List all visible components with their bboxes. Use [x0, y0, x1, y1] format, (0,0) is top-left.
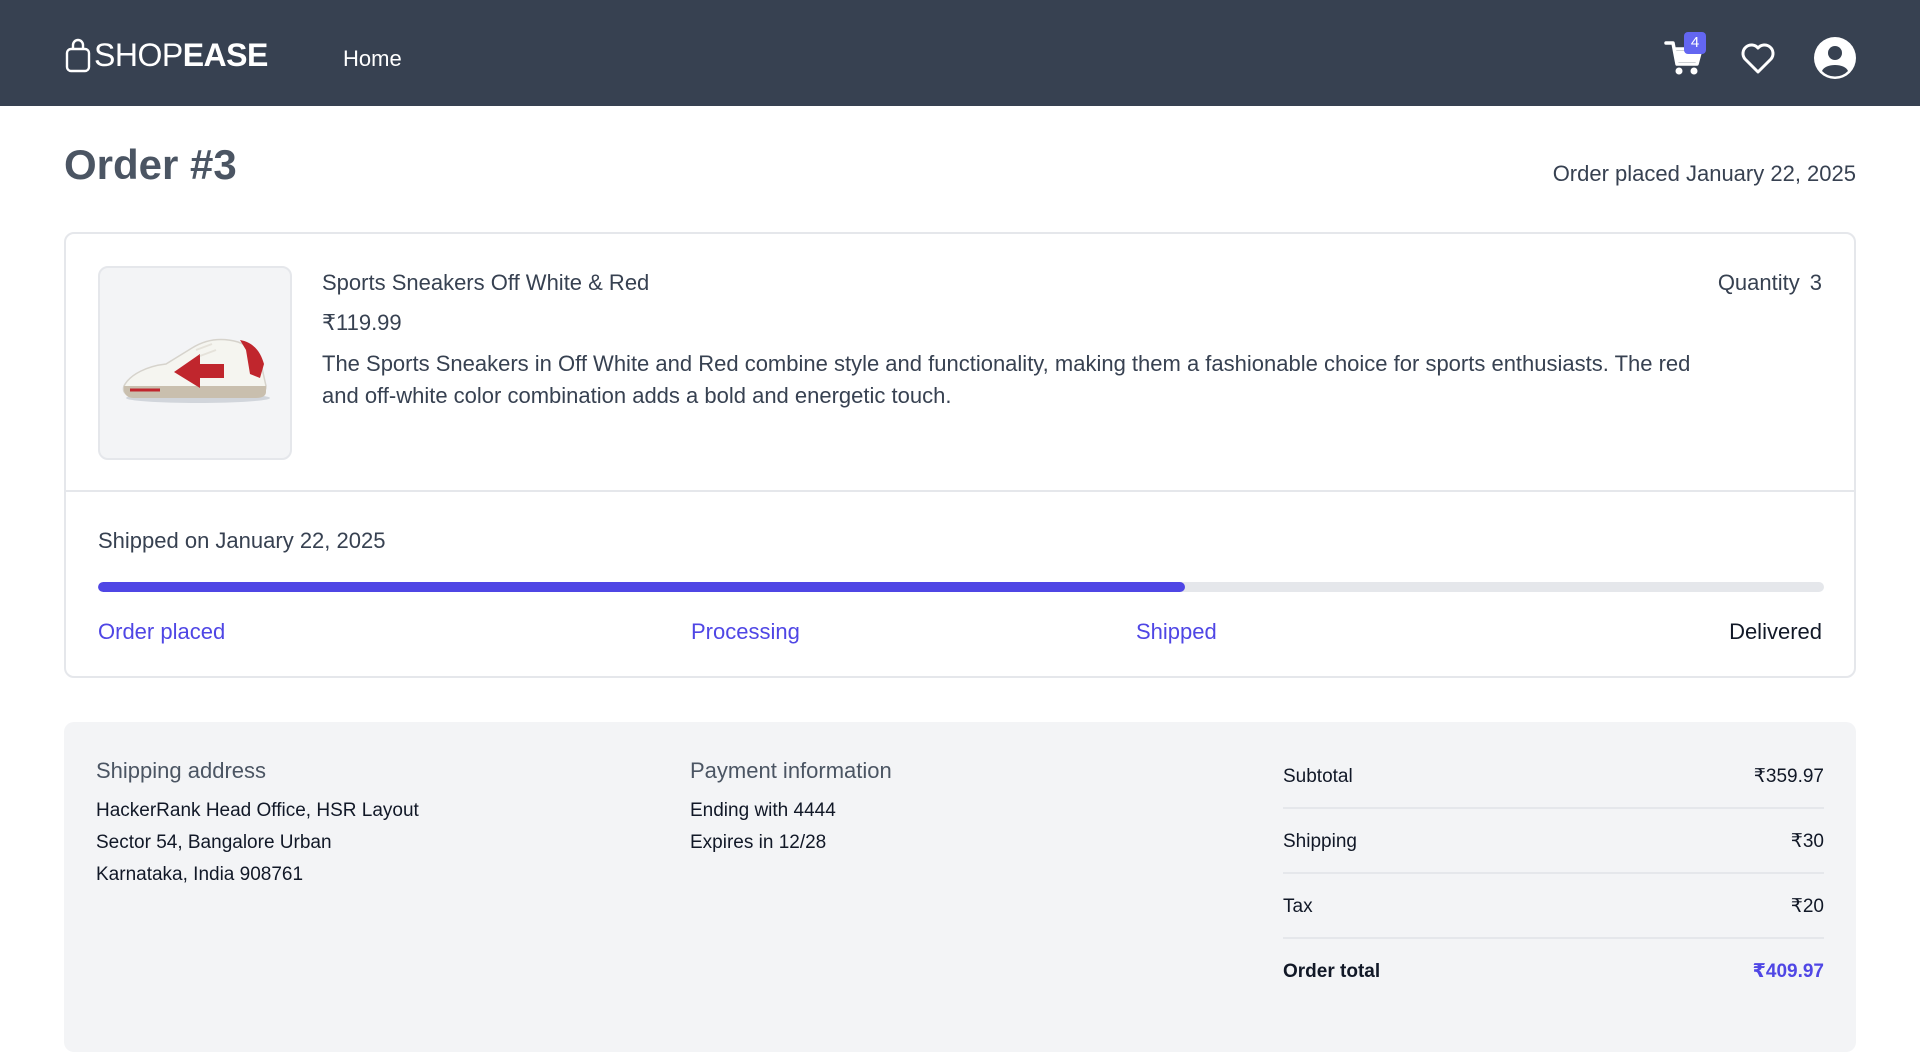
nav-home-link[interactable]: Home: [343, 44, 402, 74]
cart-count-badge: 4: [1684, 32, 1706, 54]
subtotal-value: ₹359.97: [1753, 766, 1824, 787]
subtotal-label: Subtotal: [1283, 766, 1353, 787]
order-item-card: Sports Sneakers Off White & Red ₹119.99 …: [64, 232, 1856, 678]
order-title: Order #3: [64, 141, 237, 188]
sneaker-image: [122, 338, 270, 403]
order-total-row: Order total ₹409.97: [1283, 939, 1824, 1004]
logo-text-ease: EASE: [182, 37, 269, 73]
shipping-address-heading: Shipping address: [96, 758, 267, 783]
shopease-logo[interactable]: SHOPEASE: [64, 33, 268, 73]
product-image[interactable]: [98, 266, 292, 460]
product-description: The Sports Sneakers in Off White and Red…: [322, 351, 1691, 408]
order-progress-fill: [98, 582, 1186, 592]
payment-card-expiry: Expires in 12/28: [690, 832, 827, 853]
payment-info-heading: Payment information: [690, 758, 892, 783]
shipping-address-line: Karnataka, India 908761: [96, 864, 304, 885]
tax-row: Tax ₹20: [1283, 874, 1824, 939]
subtotal-row: Subtotal ₹359.97: [1283, 744, 1824, 809]
logo-text: SHOPEASE: [94, 37, 268, 73]
tax-label: Tax: [1283, 896, 1313, 917]
order-item-details: Sports Sneakers Off White & Red ₹119.99 …: [66, 234, 1854, 492]
payment-card-ending: Ending with 4444: [690, 800, 836, 821]
shipping-label: Shipping: [1283, 831, 1357, 852]
profile-button[interactable]: [1814, 37, 1856, 79]
shipping-row: Shipping ₹30: [1283, 809, 1824, 874]
logo-text-shop: SHOP: [94, 37, 183, 73]
shipping-address-line: Sector 54, Bangalore Urban: [96, 832, 332, 853]
order-total-label: Order total: [1283, 961, 1381, 982]
tax-value: ₹20: [1790, 896, 1824, 917]
order-summary: Shipping address HackerRank Head Office,…: [64, 722, 1856, 1052]
step-order-placed: Order placed: [98, 619, 226, 644]
shipping-address-line: HackerRank Head Office, HSR Layout: [96, 800, 419, 821]
step-delivered: Delivered: [1729, 619, 1822, 644]
quantity-value: 3: [1809, 270, 1822, 295]
step-processing: Processing: [691, 619, 800, 644]
product-name[interactable]: Sports Sneakers Off White & Red: [322, 268, 649, 298]
shopping-bag-icon: [65, 38, 91, 73]
order-progress-bar: [98, 582, 1824, 592]
heart-icon: [1741, 43, 1775, 74]
quantity-label: Quantity: [1717, 270, 1800, 295]
shipment-status: Shipped on January 22, 2025: [98, 528, 386, 553]
shipping-value: ₹30: [1790, 831, 1824, 852]
order-placed-date: Order placed January 22, 2025: [1552, 161, 1856, 186]
product-price: ₹119.99: [322, 310, 402, 335]
wishlist-button[interactable]: [1740, 41, 1776, 75]
order-totals: Subtotal ₹359.97 Shipping ₹30 Tax ₹20 Or…: [1283, 744, 1824, 1004]
step-shipped: Shipped: [1136, 619, 1217, 644]
order-total-value: ₹409.97: [1752, 961, 1824, 982]
product-quantity: Quantity 3: [1718, 268, 1822, 298]
user-avatar-icon: [1814, 37, 1856, 79]
navbar: SHOPEASE Home 4: [0, 0, 1920, 106]
